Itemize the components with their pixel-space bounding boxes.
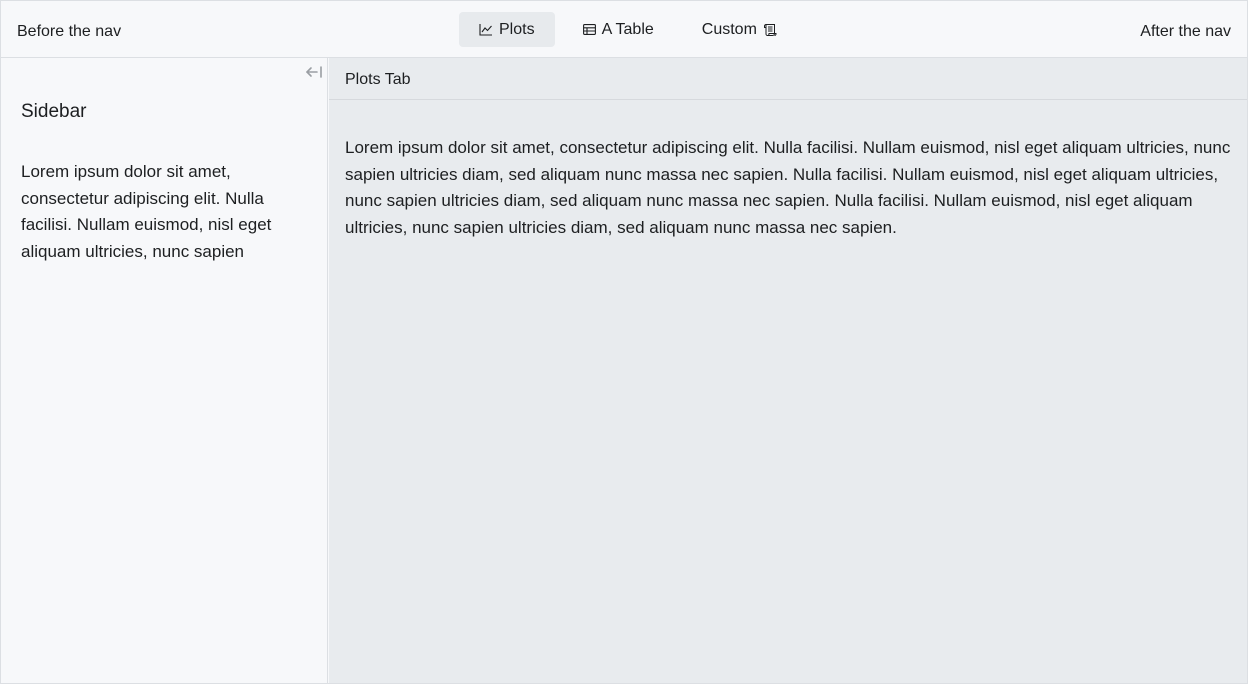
tab-custom-label: Custom — [701, 20, 757, 38]
table-icon — [582, 24, 596, 35]
scroll-icon — [763, 23, 777, 37]
tab-a-table[interactable]: A Table — [563, 12, 674, 47]
tab-a-table-label: A Table — [601, 20, 654, 38]
main-header-title: Plots Tab — [345, 71, 411, 88]
sidebar-collapse-button[interactable] — [303, 65, 325, 83]
nav-tabs: Plots A Table Custom — [459, 12, 797, 47]
main-panel: Plots Tab Lorem ipsum dolor sit amet, co… — [329, 58, 1247, 683]
sidebar: Sidebar Lorem ipsum dolor sit amet, cons… — [1, 58, 328, 683]
nav-after-text: After the nav — [1140, 23, 1231, 40]
sidebar-text: Lorem ipsum dolor sit amet, consectetur … — [21, 162, 272, 261]
nav-before-text: Before the nav — [17, 23, 122, 40]
app-window: Before the nav Plots A Table Custom Afte… — [0, 0, 1248, 684]
tab-plots[interactable]: Plots — [459, 12, 555, 47]
collapse-left-icon — [305, 65, 323, 84]
main-header: Plots Tab — [329, 58, 1247, 100]
line-chart-icon — [479, 23, 493, 36]
top-navbar: Before the nav Plots A Table Custom Afte… — [1, 1, 1247, 58]
tab-plots-label: Plots — [499, 20, 535, 38]
tab-custom[interactable]: Custom — [682, 12, 797, 47]
main-body-text: Lorem ipsum dolor sit amet, consectetur … — [345, 138, 1231, 237]
sidebar-title: Sidebar — [21, 101, 87, 122]
